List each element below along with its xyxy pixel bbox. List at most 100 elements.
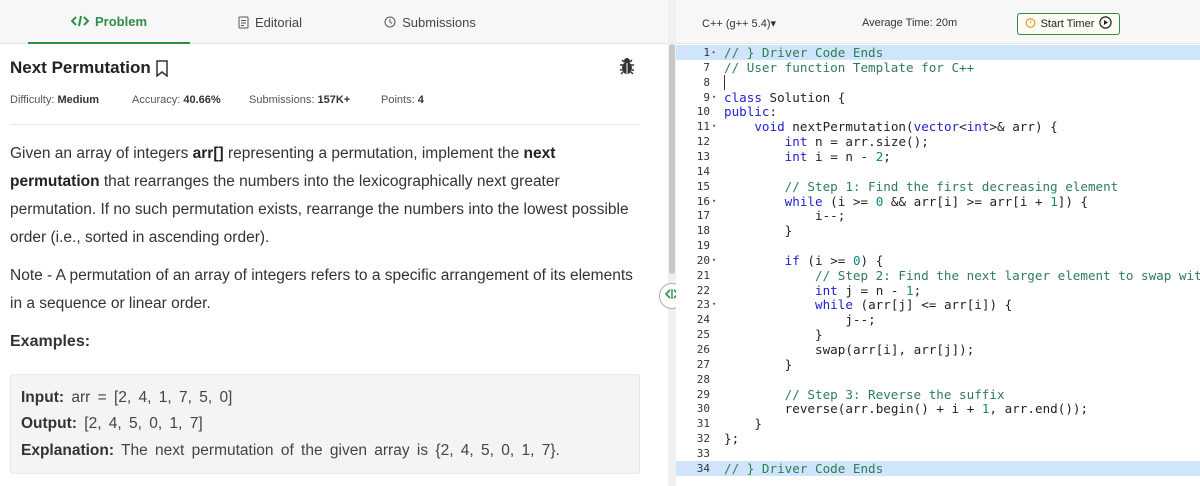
code-line[interactable]: 26 swap(arr[i], arr[j]); — [676, 342, 1200, 357]
submissions-label: Submissions: — [249, 94, 315, 106]
code-line[interactable]: 29 // Step 3: Reverse the suffix — [676, 387, 1200, 402]
code-line[interactable]: 25 } — [676, 327, 1200, 342]
code-line[interactable]: 23 ▾ while (arr[j] <= arr[i]) { — [676, 297, 1200, 312]
submissions-count: Submissions: 157K+ — [249, 94, 350, 106]
accuracy-label: Accuracy: — [132, 94, 181, 106]
difficulty: Difficulty: Medium — [10, 94, 99, 106]
accuracy: Accuracy: 40.66% — [132, 94, 221, 106]
fold-toggle-icon[interactable]: ▾ — [712, 119, 720, 134]
code-line[interactable]: 11 ▾ void nextPermutation(vector<int>& ar… — [676, 119, 1200, 134]
fold-toggle-icon[interactable]: ▾ — [712, 297, 720, 312]
line-number: 19 — [696, 239, 710, 253]
play-icon — [1099, 16, 1113, 32]
code-text: // User function Template for C++ — [724, 59, 975, 75]
points: Points: 4 — [381, 94, 424, 106]
difficulty-label: Difficulty: — [10, 94, 55, 106]
code-line[interactable]: 19 — [676, 238, 1200, 253]
line-number: 30 — [696, 402, 710, 416]
tab-submissions[interactable]: Submissions — [360, 0, 500, 44]
code-line[interactable]: 20 ▾ if (i >= 0) { — [676, 253, 1200, 268]
code-line[interactable]: 24 j--; — [676, 312, 1200, 327]
code-line[interactable]: 13 int i = n - 2; — [676, 149, 1200, 164]
line-number: 13 — [696, 149, 710, 163]
example-box: Input: arr = [2, 4, 1, 7, 5, 0] Output: … — [10, 374, 640, 474]
splitter-handle[interactable] — [669, 44, 675, 274]
code-line[interactable]: 30 reverse(arr.begin() + i + 1, arr.end(… — [676, 401, 1200, 416]
code-text: while (i >= 0 && arr[i] >= arr[i + 1]) { — [784, 193, 1089, 209]
code-line[interactable]: 34 // } Driver Code Ends — [676, 460, 1200, 476]
example-output: Output: [2, 4, 5, 0, 1, 7] — [21, 415, 203, 433]
code-line[interactable]: 31 } — [676, 416, 1200, 431]
code-text: if (i >= 0) { — [784, 252, 884, 268]
code-line[interactable]: 22 int j = n - 1; — [676, 283, 1200, 298]
fold-toggle-icon[interactable]: ▾ — [712, 90, 720, 105]
fold-toggle-icon[interactable]: ▾ — [712, 194, 720, 209]
code-text: swap(arr[i], arr[j]); — [815, 342, 975, 357]
code-line[interactable]: 1 ▸ // } Driver Code Ends — [676, 45, 1200, 60]
problem-tabs: Problem Editorial Submissions — [0, 0, 668, 44]
line-number: 16 — [696, 194, 710, 208]
submissions-value: 157K+ — [317, 94, 351, 106]
code-line[interactable]: 33 — [676, 446, 1200, 461]
tab-editorial[interactable]: Editorial — [210, 0, 330, 44]
code-text: } — [724, 223, 793, 239]
code-line[interactable]: 32}; — [676, 431, 1200, 446]
difficulty-value: Medium — [57, 94, 100, 106]
language-select[interactable]: C++ (g++ 5.4)▾ — [702, 17, 776, 30]
line-number: 10 — [696, 105, 710, 119]
code-line[interactable]: 15 // Step 1: Find the first decreasing … — [676, 179, 1200, 194]
fold-toggle-icon[interactable]: ▸ — [712, 45, 720, 60]
code-line[interactable]: 16 ▾ while (i >= 0 && arr[i] >= arr[i + 1… — [676, 194, 1200, 209]
average-time: Average Time: 20m — [862, 17, 958, 29]
bug-report-icon[interactable] — [618, 56, 636, 81]
code-line[interactable]: 10 public: — [676, 104, 1200, 119]
code-editor[interactable]: 1 ▸ // } Driver Code Ends 7 // User function… — [676, 44, 1200, 486]
code-text: // } Driver Code Ends — [724, 460, 884, 476]
clock-icon — [384, 16, 396, 28]
timer-icon — [1025, 17, 1036, 31]
desc-text: that rearranges the numbers into the lex… — [10, 173, 629, 246]
line-number: 18 — [696, 224, 710, 238]
code-text: // Step 1: Find the first decreasing ele… — [724, 178, 1119, 194]
code-line[interactable]: 28 — [676, 372, 1200, 387]
code-text: // } Driver Code Ends — [724, 45, 884, 60]
code-text: // Step 2: Find the next larger element … — [724, 267, 1200, 283]
code-line[interactable]: 7 // User function Template for C++ — [676, 60, 1200, 75]
code-text: }; — [724, 431, 740, 447]
code-text: j--; — [845, 312, 876, 328]
code-line[interactable]: 8 — [676, 75, 1200, 90]
code-line[interactable]: 18 } — [676, 223, 1200, 238]
code-text: int n = arr.size(); — [784, 134, 929, 150]
tab-problem[interactable]: Problem — [28, 0, 190, 44]
bookmark-icon[interactable] — [155, 59, 169, 77]
code-text: reverse(arr.begin() + i + 1, arr.end()); — [784, 401, 1089, 417]
code-line[interactable]: 17 i--; — [676, 208, 1200, 223]
line-number: 33 — [696, 446, 710, 460]
line-number: 28 — [696, 372, 710, 386]
code-line[interactable]: 21 // Step 2: Find the next larger eleme… — [676, 268, 1200, 283]
divider — [10, 124, 640, 125]
example-input: Input: arr = [2, 4, 1, 7, 5, 0] — [21, 389, 232, 407]
fold-toggle-icon[interactable]: ▾ — [712, 253, 720, 268]
code-line[interactable]: 14 — [676, 164, 1200, 179]
line-number: 1 — [703, 46, 710, 59]
code-text: int j = n - 1; — [815, 282, 922, 298]
input-value: arr = [2, 4, 1, 7, 5, 0] — [71, 389, 233, 406]
problem-title: Next Permutation — [10, 58, 169, 78]
code-line[interactable]: 12 int n = arr.size(); — [676, 134, 1200, 149]
code-line[interactable]: 9 ▾ class Solution { — [676, 90, 1200, 105]
desc-text: Given an array of integers — [10, 145, 193, 162]
language-value: C++ (g++ 5.4) — [702, 18, 771, 30]
code-text: } — [724, 356, 793, 372]
output-label: Output: — [21, 415, 77, 432]
start-timer-button[interactable]: Start Timer — [1017, 13, 1120, 35]
tab-problem-label: Problem — [94, 13, 147, 29]
problem-note: Note - A permutation of an array of inte… — [10, 267, 633, 312]
line-number: 32 — [696, 432, 710, 446]
text-cursor — [724, 74, 725, 90]
editor-toolbar: C++ (g++ 5.4)▾ Average Time: 20m Start T… — [676, 0, 1200, 44]
code-line[interactable]: 27 } — [676, 357, 1200, 372]
line-number: 11 — [696, 120, 710, 134]
code-text: class Solution { — [724, 89, 846, 105]
line-number: 34 — [696, 461, 710, 475]
